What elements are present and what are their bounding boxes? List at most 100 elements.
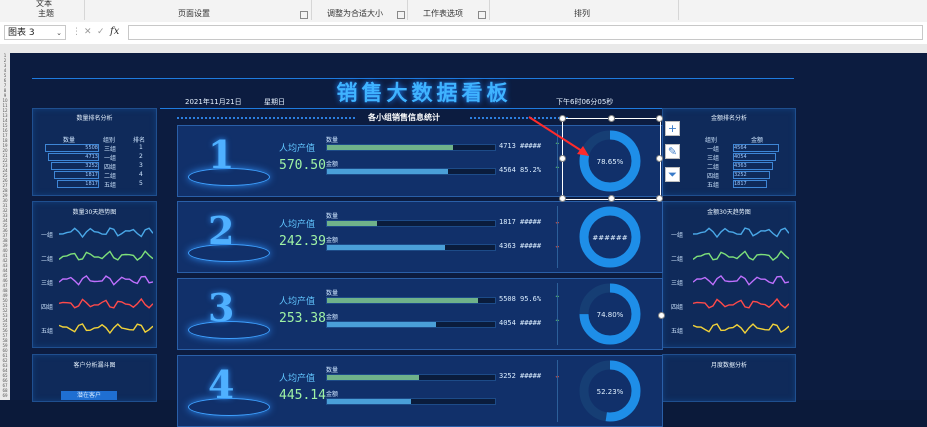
per-capita-value: 570.50 [279, 158, 326, 173]
trend-label: 二组 [41, 256, 54, 263]
completion-ring[interactable]: 52.23% [575, 356, 645, 426]
trend-line [59, 274, 153, 286]
trend-polyline [59, 323, 153, 335]
left-funnel-title: 客户分析漏斗图 [73, 362, 116, 369]
completion-ring[interactable]: 74.80% [575, 279, 645, 349]
formula-input[interactable] [128, 25, 923, 40]
plus-icon: + [667, 122, 678, 135]
cancel-icon[interactable]: ✕ [84, 27, 92, 37]
trend-label: 四组 [41, 304, 54, 311]
completion-ring[interactable]: ###### [575, 202, 645, 272]
amount-value: 4363 [499, 242, 516, 250]
ribbon-group-sheet-options[interactable]: 工作表选项 [423, 8, 463, 19]
right-rank-value: 3252 [733, 171, 770, 179]
trend-line [693, 227, 789, 239]
ribbon: 文本 主题 页面设置 调整为合适大小 工作表选项 排列 [0, 0, 927, 23]
group-card-2: 2人均产值242.39数量1817#####↓金额4363#####↓#####… [177, 201, 663, 273]
divider-line [557, 283, 558, 345]
ribbon-group-themes[interactable]: 主题 [38, 8, 54, 19]
left-rank-value: 4713 [48, 153, 99, 161]
ribbon-separator [407, 0, 408, 20]
group-rank-number: 3 [208, 285, 235, 330]
qty-value: 4713 [499, 142, 516, 150]
trend-polyline [693, 297, 789, 309]
right-rank-group: 五组 [707, 182, 720, 189]
chart-elements-button[interactable]: + [665, 121, 680, 136]
amount-bar-fill [327, 245, 445, 250]
qty-label: 数量 [326, 213, 339, 220]
resize-handle-e[interactable] [656, 155, 663, 162]
group-card-3: 3人均产值253.38数量550895.6%↑金额4054#####↑74.80… [177, 278, 663, 350]
amount-bar-track [326, 321, 496, 328]
left-trend-title: 数量30天趋势图 [72, 209, 117, 216]
more-icon: ⋮ [72, 27, 81, 37]
right-month-title: 月度数据分析 [710, 362, 747, 369]
trend-polyline [693, 250, 789, 262]
sheet-options-launcher-icon[interactable] [478, 11, 486, 19]
ribbon-group-scale-to-fit[interactable]: 调整为合适大小 [327, 8, 383, 19]
chart-styles-button[interactable]: ✎ [665, 144, 680, 159]
amount-bar-fill [327, 322, 437, 327]
trend-polyline [59, 227, 153, 239]
row-number[interactable]: 69 [0, 393, 10, 398]
right-month-panel: 月度数据分析 [662, 354, 796, 402]
right-rank-group: 四组 [707, 173, 720, 180]
trend-polyline [693, 274, 789, 286]
amount-value: 4054 [499, 319, 516, 327]
left-funnel-panel: 客户分析漏斗图 潜在客户 [32, 354, 157, 402]
trend-label: 三组 [671, 280, 684, 287]
group-rank-number: 2 [208, 208, 235, 253]
left-rank-value: 5508 [45, 144, 99, 152]
qty-value: 1817 [499, 218, 516, 226]
resize-handle-sw[interactable] [559, 195, 566, 202]
ribbon-group-arrange[interactable]: 排列 [574, 8, 590, 19]
chart-handle-secondary[interactable] [658, 312, 665, 319]
scale-launcher-icon[interactable] [397, 11, 405, 19]
qty-percent: ##### [520, 218, 542, 226]
ribbon-group-page-setup[interactable]: 页面设置 [178, 8, 210, 19]
funnel-top-bar: 潜在客户 [61, 391, 117, 400]
left-rank-rank: 4 [139, 171, 143, 178]
chart-filters-button[interactable]: ⏷ [665, 167, 680, 182]
trend-label: 三组 [41, 280, 54, 287]
right-rank-header-amount: 金额 [751, 137, 764, 144]
ring-percent-label: 74.80% [597, 311, 624, 319]
per-capita-label: 人均产值 [279, 220, 316, 230]
resize-handle-ne[interactable] [656, 115, 663, 122]
left-rank-title: 数量排名分析 [76, 115, 113, 122]
page-setup-launcher-icon[interactable] [300, 11, 308, 19]
amount-bar-track [326, 244, 496, 251]
per-capita-value: 445.14 [279, 388, 326, 403]
per-capita-value: 253.38 [279, 311, 326, 326]
dashboard-time: 下午6时06分05秒 [556, 98, 614, 106]
name-box[interactable]: 图表 3 ⌄ [4, 25, 66, 40]
section-title-dots-left [177, 117, 357, 119]
trend-polyline [693, 323, 789, 335]
trend-line [693, 274, 789, 286]
qty-bar-track [326, 374, 496, 381]
trend-line [693, 250, 789, 262]
right-rank-group: 三组 [707, 155, 720, 162]
left-rank-value: 3252 [51, 162, 99, 170]
resize-handle-se[interactable] [656, 195, 663, 202]
trend-label: 五组 [671, 328, 684, 335]
trend-line [59, 323, 153, 335]
right-rank-value: 1817 [733, 180, 767, 188]
formula-bar: 图表 3 ⌄ ⋮ ✕ ✓ fx [0, 22, 927, 45]
left-rank-header-group: 组别 [103, 137, 116, 144]
qty-bar-track [326, 144, 496, 151]
fx-icon[interactable]: fx [110, 26, 119, 37]
amount-percent: ##### [520, 242, 542, 250]
chevron-down-icon[interactable]: ⌄ [56, 26, 62, 41]
trend-line [59, 297, 153, 309]
ribbon-separator [678, 0, 679, 20]
amount-label: 金额 [326, 237, 339, 244]
resize-handle-n[interactable] [608, 115, 615, 122]
right-rank-value: 4363 [733, 162, 773, 170]
left-rank-rank: 2 [139, 153, 143, 160]
ribbon-separator [84, 0, 85, 20]
trend-label: 四组 [671, 304, 684, 311]
enter-icon[interactable]: ✓ [97, 27, 105, 37]
resize-handle-s[interactable] [608, 195, 615, 202]
amount-bar-fill [327, 169, 448, 174]
